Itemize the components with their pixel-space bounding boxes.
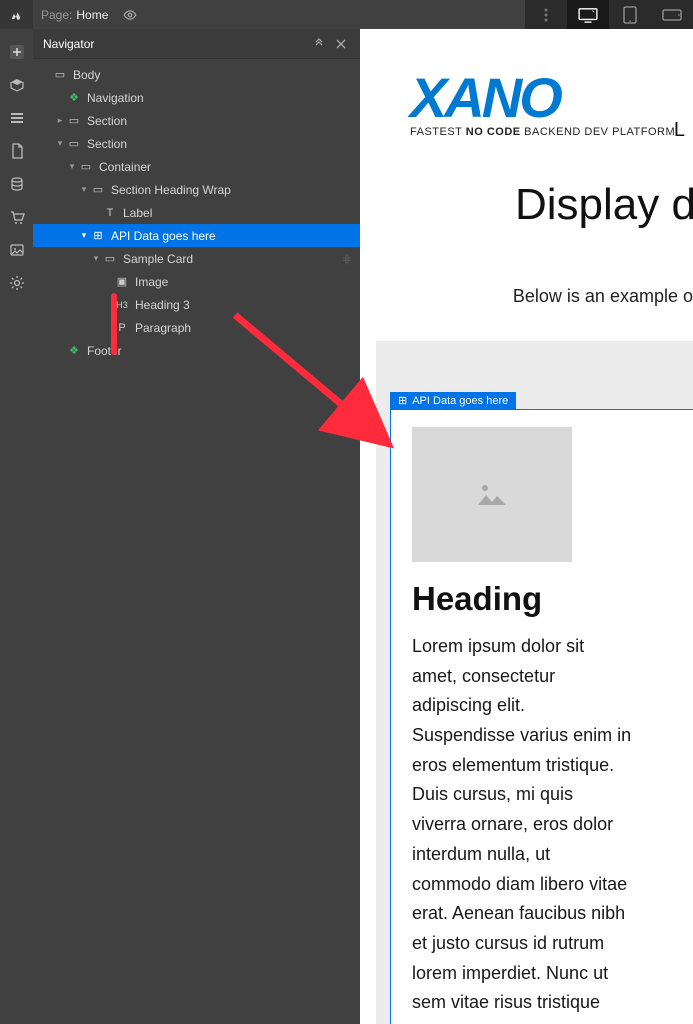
tree-section-1[interactable]: ▭Section xyxy=(33,109,360,132)
cms-button[interactable] xyxy=(0,167,33,200)
div-icon: ▭ xyxy=(103,252,117,265)
tree-paragraph[interactable]: PParagraph xyxy=(33,316,360,339)
tree-sample-card[interactable]: ▭Sample Card⋕ xyxy=(33,247,360,270)
container-icon: ▭ xyxy=(79,160,93,173)
left-tool-dock xyxy=(0,29,33,1024)
collapse-all-button[interactable] xyxy=(310,35,328,53)
tree-api-data[interactable]: ⊞API Data goes here xyxy=(33,224,360,247)
body-icon: ▭ xyxy=(53,68,67,81)
element-tree: ▭Body ❖Navigation ▭Section ▭Section ▭Con… xyxy=(33,59,360,362)
heading-icon: H3 xyxy=(115,300,129,310)
navigator-header: Navigator xyxy=(33,29,360,59)
page-selector[interactable]: Page: Home xyxy=(33,8,116,22)
symbol-icon: ❖ xyxy=(67,91,81,104)
grid-icon: ⊞ xyxy=(91,229,105,242)
card-heading[interactable]: Heading xyxy=(412,580,675,618)
brand-block: XANO FASTEST NO CODE BACKEND DEV PLATFOR… xyxy=(360,29,693,138)
tree-label[interactable]: TLabel xyxy=(33,201,360,224)
viewport-switcher xyxy=(525,0,693,29)
nav-link-partial[interactable]: L xyxy=(674,119,685,142)
tree-image[interactable]: ▣Image xyxy=(33,270,360,293)
page-heading: Display d xyxy=(515,180,693,230)
image-icon: ▣ xyxy=(115,275,129,288)
card-paragraph[interactable]: Lorem ipsum dolor sit amet, consectetur … xyxy=(412,632,632,1024)
mobile-landscape-breakpoint[interactable] xyxy=(651,0,693,29)
tablet-breakpoint[interactable] xyxy=(609,0,651,29)
top-toolbar: Page: Home xyxy=(0,0,693,29)
navigator-button[interactable] xyxy=(0,101,33,134)
tree-body[interactable]: ▭Body xyxy=(33,63,360,86)
navigator-panel: Navigator ▭Body ❖Navigation ▭Section ▭Se… xyxy=(33,29,360,1024)
settings-button[interactable] xyxy=(0,266,33,299)
div-icon: ▭ xyxy=(67,114,81,127)
preview-toggle[interactable] xyxy=(116,8,144,22)
webflow-logo[interactable] xyxy=(0,0,33,29)
sample-card[interactable]: Heading Lorem ipsum dolor sit amet, cons… xyxy=(412,427,675,1024)
brand-tagline: FASTEST NO CODE BACKEND DEV PLATFORM xyxy=(410,126,675,138)
navigator-title: Navigator xyxy=(43,37,306,51)
page-label: Page: xyxy=(41,8,72,22)
symbols-button[interactable] xyxy=(0,68,33,101)
page-name: Home xyxy=(76,8,108,22)
symbol-icon: ❖ xyxy=(67,344,81,357)
div-icon: ▭ xyxy=(91,183,105,196)
tree-heading3[interactable]: H3Heading 3 xyxy=(33,293,360,316)
page-subtitle: Below is an example o xyxy=(495,286,693,307)
pages-button[interactable] xyxy=(0,134,33,167)
tree-section-2[interactable]: ▭Section xyxy=(33,132,360,155)
add-element-button[interactable] xyxy=(0,35,33,68)
grid-child-icon: ⋕ xyxy=(342,252,352,266)
paragraph-icon: P xyxy=(115,322,129,334)
brand-logo: XANO xyxy=(410,65,560,130)
close-panel-button[interactable] xyxy=(332,35,350,53)
image-placeholder[interactable] xyxy=(412,427,572,562)
tree-section-heading-wrap[interactable]: ▭Section Heading Wrap xyxy=(33,178,360,201)
text-icon: T xyxy=(103,207,117,219)
element-badge[interactable]: API Data goes here xyxy=(390,392,516,409)
tree-container[interactable]: ▭Container xyxy=(33,155,360,178)
design-canvas[interactable]: XANO FASTEST NO CODE BACKEND DEV PLATFOR… xyxy=(360,29,693,1024)
div-icon: ▭ xyxy=(67,137,81,150)
desktop-breakpoint[interactable] xyxy=(567,0,609,29)
ecommerce-button[interactable] xyxy=(0,200,33,233)
tree-navigation[interactable]: ❖Navigation xyxy=(33,86,360,109)
assets-button[interactable] xyxy=(0,233,33,266)
more-menu[interactable] xyxy=(525,0,567,29)
tree-footer[interactable]: ❖Footer xyxy=(33,339,360,362)
